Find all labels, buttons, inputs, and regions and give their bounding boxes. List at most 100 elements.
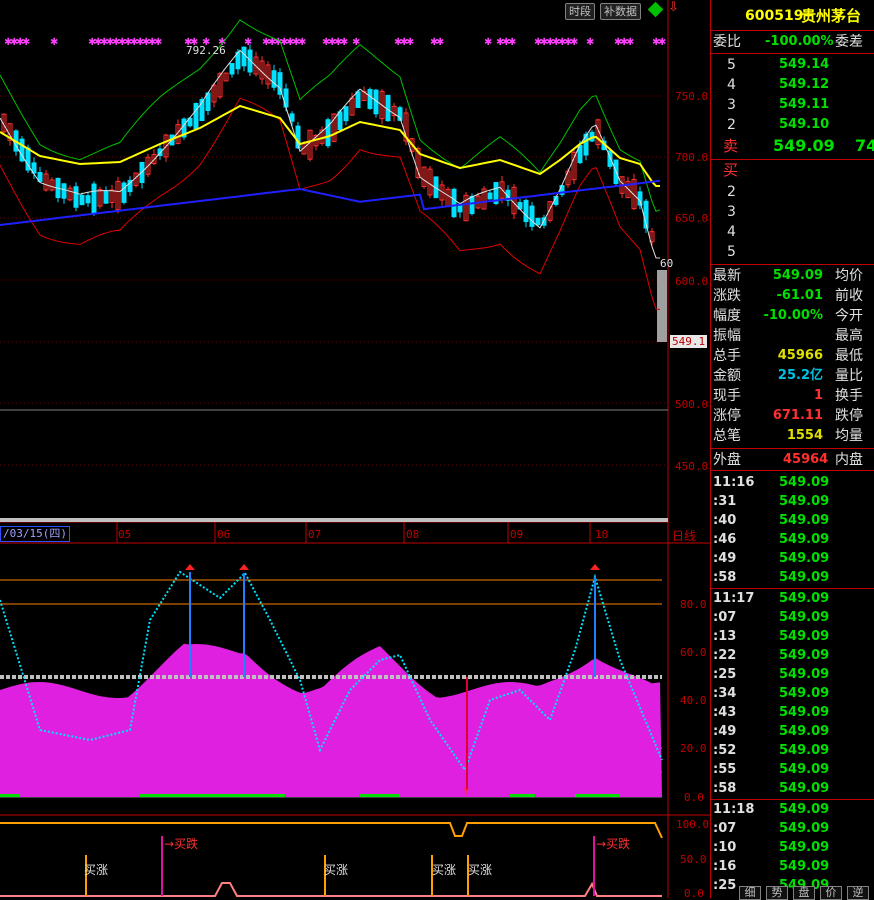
candle-body: [529, 205, 535, 227]
quote-label-2: 量比: [835, 368, 863, 384]
tick-row[interactable]: :55 549.09: [711, 760, 874, 779]
tick-row[interactable]: 11:18 549.09: [711, 800, 874, 819]
tick-row[interactable]: :16 549.09: [711, 857, 874, 876]
tick-time: :10: [713, 840, 737, 855]
signal-lower-line: [0, 881, 662, 897]
buy1-row[interactable]: 买: [711, 160, 874, 180]
tick-row[interactable]: :52 549.09: [711, 741, 874, 760]
quote-label: 涨跌: [713, 288, 741, 304]
divider: [711, 588, 874, 589]
tick-row[interactable]: :13 549.09: [711, 627, 874, 646]
buy-row[interactable]: 4: [711, 222, 874, 242]
month-label: 10: [595, 528, 609, 541]
stock-code: 600519: [745, 8, 804, 24]
quote-value: 1554: [786, 428, 823, 443]
tick-row[interactable]: :58 549.09: [711, 568, 874, 587]
quote-value: 45966: [777, 348, 823, 363]
sell1-price: 549.09: [773, 136, 835, 155]
tick-time: 11:18: [713, 802, 755, 817]
star-marker: ✱: [436, 37, 444, 48]
star-marker: ✱: [406, 37, 414, 48]
tick-price: 549.09: [779, 513, 830, 528]
quote-label: 总手: [713, 348, 741, 364]
buy-level: 2: [727, 184, 736, 200]
tick-price: 549.09: [779, 762, 830, 777]
tick-row[interactable]: :46 549.09: [711, 530, 874, 549]
wei-cha-label: 委差: [835, 34, 863, 50]
tick-price: 549.09: [779, 475, 830, 490]
period-daily-label[interactable]: 日线: [672, 527, 696, 544]
month-label: 07: [308, 528, 322, 541]
tick-price: 549.09: [779, 648, 830, 663]
outer-label: 外盘: [713, 452, 741, 468]
buy-row[interactable]: 5: [711, 242, 874, 262]
divider: [711, 799, 874, 800]
osc-green-strip: [360, 794, 400, 797]
quote-row: 总笔 1554 均量: [711, 426, 874, 446]
scroll-bar: [0, 518, 668, 522]
candle-body: [355, 91, 361, 109]
candle-body: [193, 103, 199, 129]
signal-buy-rise-label: 买涨: [468, 863, 493, 877]
star-marker: ✱: [484, 37, 492, 48]
inner-label: 内盘: [835, 452, 863, 468]
fill-data-button[interactable]: 补数据: [600, 3, 641, 20]
star-marker: ✱: [50, 37, 58, 48]
tick-time: :07: [713, 821, 737, 836]
tick-row[interactable]: :49 549.09: [711, 722, 874, 741]
sell-row[interactable]: 4 549.12: [711, 75, 874, 95]
quote-row: 现手 1 换手: [711, 386, 874, 406]
kline-chart-area[interactable]: ✱ ✱ ✱ ✱ ✱ ✱ ✱ ✱ ✱ ✱ ✱ ✱ ✱ ✱ ✱ ✱ ✱ ✱ ✱ ✱ ✱ ✱ ✱ ✱ ✱ ✱ ✱ ✱ ✱ ✱ ✱ ✱ ✱ ✱ ✱ ✱ ✱ ✱ ✱ ✱…: [0, 0, 710, 900]
signal-buy-fall-label: →买跌: [596, 837, 631, 851]
tick-row[interactable]: :49 549.09: [711, 549, 874, 568]
timeshare-button[interactable]: 时段: [565, 3, 595, 20]
tick-row[interactable]: :07 549.09: [711, 608, 874, 627]
tick-row[interactable]: :58 549.09: [711, 779, 874, 798]
tick-row[interactable]: :34 549.09: [711, 684, 874, 703]
outer-inner-row: 外盘 45964 内盘: [711, 450, 874, 470]
wei-bi-value: -100.00%: [765, 34, 834, 49]
tick-price: 549.09: [779, 610, 830, 625]
star-marker: ✱: [154, 37, 162, 48]
tick-row[interactable]: :07 549.09: [711, 819, 874, 838]
sell-row[interactable]: 2 549.10: [711, 115, 874, 135]
buy-row[interactable]: 3: [711, 202, 874, 222]
price-axis-label: 500.0: [675, 398, 709, 411]
tick-row[interactable]: 11:16 549.09: [711, 473, 874, 492]
sell1-row[interactable]: 卖 549.09 74: [711, 136, 874, 156]
candle-body: [535, 217, 541, 226]
sell-price: 549.12: [779, 77, 830, 92]
quote-row: 最新 549.09 均价: [711, 266, 874, 286]
candle-body: [85, 195, 91, 204]
price-axis-label: 650.0: [675, 212, 709, 225]
quote-label-2: 最低: [835, 348, 863, 364]
signal-buy-rise-label: 买涨: [324, 863, 349, 877]
tick-row[interactable]: :22 549.09: [711, 646, 874, 665]
quote-label: 涨停: [713, 408, 741, 424]
quote-label: 金额: [713, 368, 741, 384]
candle-body: [487, 192, 493, 200]
down-arrow-icon[interactable]: ⇩: [668, 0, 679, 15]
buy-row[interactable]: 2: [711, 182, 874, 202]
tick-row[interactable]: 11:17 549.09: [711, 589, 874, 608]
candle-body: [121, 182, 127, 203]
star-marker: ✱: [352, 37, 360, 48]
tick-row[interactable]: :25 549.09: [711, 665, 874, 684]
sell-label: 卖: [723, 137, 739, 155]
tick-time: :55: [713, 762, 737, 777]
tick-time: :43: [713, 705, 737, 720]
tick-row[interactable]: :31 549.09: [711, 492, 874, 511]
sell-row[interactable]: 3 549.11: [711, 95, 874, 115]
tick-row[interactable]: :40 549.09: [711, 511, 874, 530]
month-label: 09: [510, 528, 524, 541]
buy-level: 5: [727, 244, 736, 260]
sell-row[interactable]: 5 549.14: [711, 55, 874, 75]
tick-time: :13: [713, 629, 737, 644]
tick-row[interactable]: :43 549.09: [711, 703, 874, 722]
tick-time: :07: [713, 610, 737, 625]
tick-price: 549.09: [779, 570, 830, 585]
osc-green-strip: [140, 794, 285, 797]
tick-row[interactable]: :10 549.09: [711, 838, 874, 857]
kline-chart-canvas[interactable]: ✱✱✱✱ ✱ ✱✱✱✱✱✱✱✱✱✱✱✱ ✱✱ ✱ ✱ ✱ ✱✱✱✱✱✱✱ ✱✱✱✱ ✱ ✱✱✱ ✱✱ ✱…: [0, 0, 710, 898]
star-marker: ✱: [658, 37, 666, 48]
